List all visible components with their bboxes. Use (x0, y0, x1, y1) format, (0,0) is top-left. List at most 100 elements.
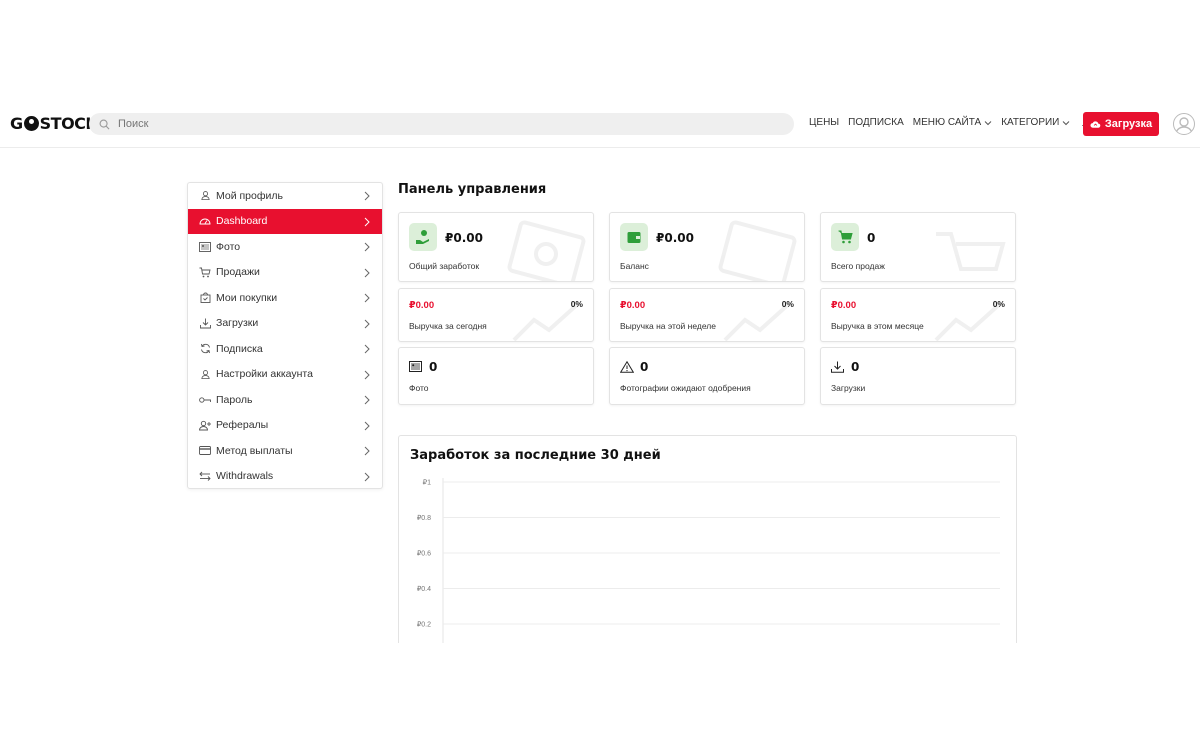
chart-y-tick-label: ₽0.8 (417, 514, 431, 522)
money-hand-icon (409, 223, 437, 251)
search-bar[interactable] (89, 113, 794, 135)
main-nav: ЦЕНЫ ПОДПИСКА МЕНЮ САЙТА КАТЕГОРИИ (809, 117, 1093, 128)
money-watermark-icon (507, 220, 586, 281)
sidebar-item-label: Настройки аккаунта (216, 368, 313, 381)
sidebar-item-subscription[interactable]: Подписка (188, 336, 382, 362)
account-sidebar: Мой профиль Dashboard Фото Продажи Мои п… (187, 182, 383, 489)
chevron-right-icon (364, 217, 370, 226)
sidebar-item-label: Метод выплаты (216, 444, 293, 457)
bag-icon (199, 292, 211, 304)
image-icon (409, 361, 422, 372)
nav-subscription-label: ПОДПИСКА (848, 117, 904, 128)
revenue-percent: 0% (570, 299, 583, 309)
site-logo[interactable]: G STOCK (10, 114, 98, 133)
revenue-percent: 0% (781, 299, 794, 309)
sidebar-item-label: Dashboard (216, 215, 268, 228)
sidebar-item-label: Рефералы (216, 419, 269, 432)
nav-subscription[interactable]: ПОДПИСКА (848, 117, 904, 128)
sidebar-item-photos[interactable]: Фото (188, 234, 382, 260)
revenue-card-month: ₽0.00 0% Выручка в этом месяце (820, 288, 1016, 342)
revenue-label: Выручка за сегодня (409, 321, 487, 331)
credit-card-icon (199, 445, 211, 457)
key-icon (199, 394, 211, 406)
chevron-right-icon (364, 395, 370, 405)
sidebar-item-payout-method[interactable]: Метод выплаты (188, 438, 382, 464)
logo-o-icon (23, 116, 39, 131)
cart-icon (831, 223, 859, 251)
earnings-chart: ₽1 ₽0.8 ₽0.6 ₽0.4 ₽0.2 (417, 478, 1000, 656)
upload-button[interactable]: Загрузка (1083, 112, 1159, 136)
chevron-right-icon (364, 293, 370, 303)
sidebar-item-account-settings[interactable]: Настройки аккаунта (188, 362, 382, 388)
count-card-photos: 0 Фото (398, 347, 594, 405)
refresh-icon (199, 343, 211, 355)
page-title: Панель управления (398, 182, 547, 197)
chevron-right-icon (364, 472, 370, 481)
sidebar-item-label: Пароль (216, 393, 253, 406)
chevron-right-icon (364, 421, 370, 430)
image-icon (199, 241, 211, 253)
chevron-right-icon (364, 191, 370, 201)
revenue-card-today: ₽0.00 0% Выручка за сегодня (398, 288, 594, 342)
avatar[interactable] (1173, 113, 1195, 135)
revenue-percent: 0% (992, 299, 1005, 309)
chart-y-tick-label: ₽1 (423, 479, 431, 487)
sidebar-item-label: Фото (216, 240, 241, 253)
sidebar-item-dashboard[interactable]: Dashboard (188, 208, 382, 234)
nav-prices-label: ЦЕНЫ (809, 117, 840, 128)
sidebar-item-sales[interactable]: Продажи (188, 260, 382, 286)
revenue-label: Выручка на этой неделе (620, 321, 716, 331)
stat-label: Общий заработок (409, 261, 480, 271)
stat-label: Баланс (620, 261, 649, 271)
upload-button-label: Загрузка (1104, 118, 1153, 130)
sidebar-item-label: Withdrawals (216, 470, 274, 483)
count-label: Фото (409, 383, 429, 393)
nav-site-menu-label: МЕНЮ САЙТА (912, 117, 982, 128)
count-value: 0 (640, 360, 649, 374)
user-avatar-icon (1175, 117, 1193, 134)
count-card-pending: 0 Фотографии ожидают одобрения (609, 347, 805, 405)
sidebar-item-withdrawals[interactable]: Withdrawals (188, 464, 382, 490)
count-value: 0 (851, 360, 860, 374)
chart-y-tick-label: ₽0.2 (417, 621, 431, 629)
count-label: Фотографии ожидают одобрения (620, 383, 751, 393)
nav-site-menu[interactable]: МЕНЮ САЙТА (913, 117, 992, 128)
count-card-downloads: 0 Загрузки (820, 347, 1016, 405)
sidebar-item-password[interactable]: Пароль (188, 387, 382, 413)
transfer-icon (199, 470, 211, 482)
nav-categories[interactable]: КАТЕГОРИИ (1001, 117, 1070, 128)
count-value: 0 (429, 360, 438, 374)
count-label: Загрузки (831, 383, 866, 393)
chevron-right-icon (364, 268, 370, 277)
cart-icon (199, 266, 211, 278)
revenue-label: Выручка в этом месяце (831, 321, 924, 331)
sidebar-item-purchases[interactable]: Мои покупки (188, 285, 382, 311)
search-input[interactable] (118, 118, 718, 130)
cloud-upload-icon (1090, 120, 1101, 128)
chevron-right-icon (364, 446, 370, 456)
sidebar-item-label: Загрузки (216, 317, 259, 330)
stat-card-total-earnings: ₽0.00 Общий заработок (398, 212, 594, 282)
nav-categories-label: КАТЕГОРИИ (1001, 117, 1060, 128)
chevron-right-icon (364, 370, 370, 379)
wallet-watermark-icon (718, 220, 797, 281)
chevron-down-icon (1063, 120, 1070, 125)
nav-prices[interactable]: ЦЕНЫ (809, 117, 839, 128)
page-blank-area (0, 643, 1200, 750)
cart-watermark-icon (936, 232, 1006, 271)
sidebar-item-downloads[interactable]: Загрузки (188, 311, 382, 337)
download-icon (831, 361, 844, 373)
stat-value: ₽0.00 (445, 231, 483, 245)
revenue-card-week: ₽0.00 0% Выручка на этой неделе (609, 288, 805, 342)
sidebar-item-profile[interactable]: Мой профиль (188, 183, 382, 209)
sidebar-item-label: Мой профиль (216, 189, 283, 202)
user-plus-icon (199, 419, 211, 431)
revenue-value: ₽0.00 (409, 300, 435, 311)
logo-letter: G (10, 114, 23, 133)
user-icon (199, 190, 211, 202)
sidebar-item-label: Мои покупки (216, 291, 278, 304)
download-icon (199, 317, 211, 329)
chevron-right-icon (364, 319, 370, 328)
sidebar-item-referrals[interactable]: Рефералы (188, 413, 382, 439)
chevron-down-icon (984, 120, 992, 125)
